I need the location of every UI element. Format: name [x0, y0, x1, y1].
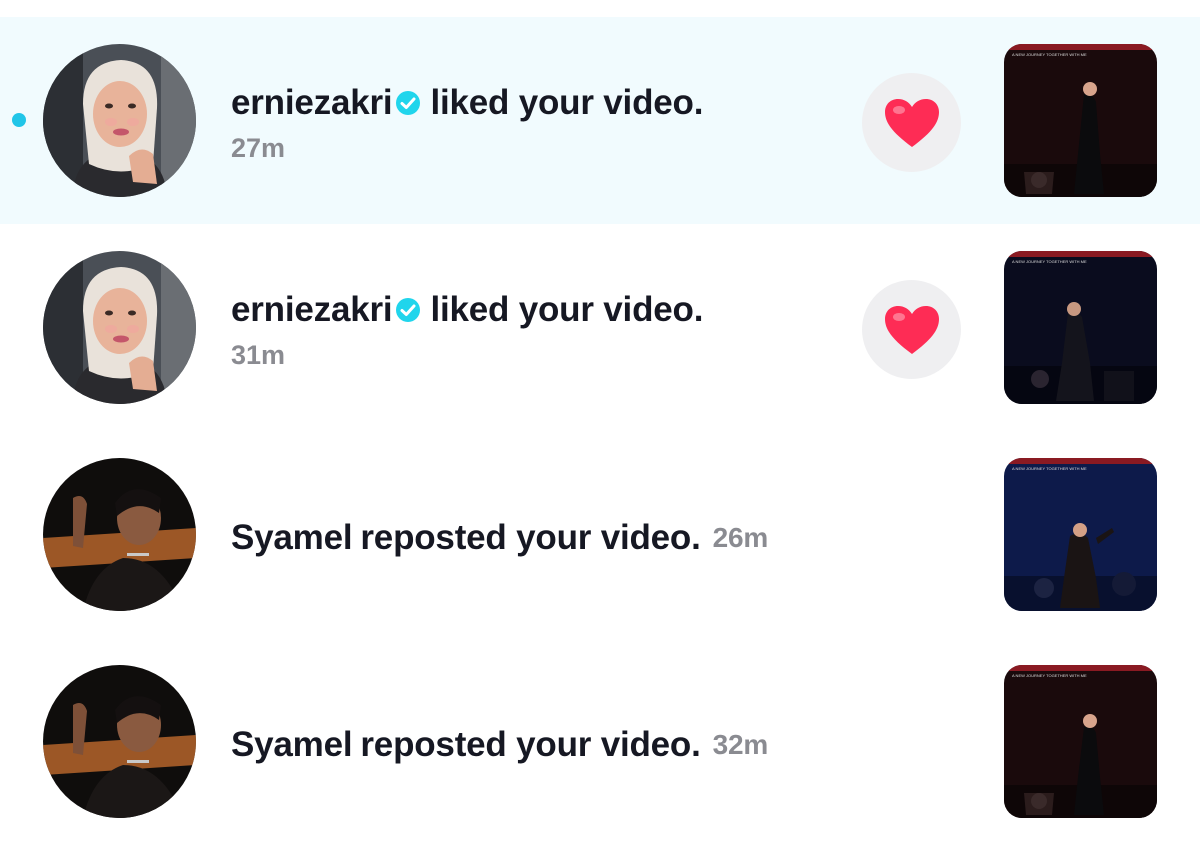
- reaction-badge: [862, 73, 961, 172]
- avatar[interactable]: [43, 458, 196, 611]
- activity-notification-list: erniezakri liked your video. 27m A NEW J…: [0, 0, 1200, 848]
- timestamp: 31m: [231, 340, 286, 370]
- video-thumbnail[interactable]: A NEW JOURNEY TOGETHER WITH ME: [1004, 251, 1157, 404]
- notification-text: erniezakri liked your video. 31m: [231, 290, 703, 371]
- video-thumbnail[interactable]: A NEW JOURNEY TOGETHER WITH ME: [1004, 458, 1157, 611]
- username[interactable]: erniezakri: [231, 83, 393, 123]
- timestamp: 26m: [712, 522, 769, 553]
- notification-text: erniezakri liked your video. 27m: [231, 83, 703, 164]
- username[interactable]: erniezakri: [231, 290, 393, 330]
- notification-line: Syamel reposted your video. 32m: [231, 725, 768, 765]
- action-text: liked your video.: [430, 83, 704, 122]
- action-text: liked your video.: [430, 290, 704, 329]
- action-text: reposted your video.: [360, 518, 701, 557]
- thumbnail-banner-text: A NEW JOURNEY TOGETHER WITH ME: [1012, 52, 1087, 57]
- notification-row[interactable]: erniezakri liked your video. 31m A NEW J…: [0, 224, 1200, 431]
- timestamp: 32m: [712, 729, 769, 760]
- notification-text: Syamel reposted your video. 26m: [231, 518, 768, 558]
- action-text: reposted your video.: [360, 725, 701, 764]
- notification-text: Syamel reposted your video. 32m: [231, 725, 768, 765]
- verified-badge-icon: [396, 298, 421, 322]
- notification-row[interactable]: Syamel reposted your video. 32m A NEW JO…: [0, 638, 1200, 845]
- notification-row[interactable]: erniezakri liked your video. 27m A NEW J…: [0, 17, 1200, 224]
- thumbnail-banner-text: A NEW JOURNEY TOGETHER WITH ME: [1012, 259, 1087, 264]
- video-thumbnail[interactable]: A NEW JOURNEY TOGETHER WITH ME: [1004, 44, 1157, 197]
- avatar[interactable]: [43, 44, 196, 197]
- notification-row[interactable]: Syamel reposted your video. 26m A NEW JO…: [0, 431, 1200, 638]
- notification-line: Syamel reposted your video. 26m: [231, 518, 768, 558]
- username[interactable]: Syamel: [231, 518, 353, 558]
- unread-indicator-dot: [12, 113, 26, 127]
- thumbnail-banner-text: A NEW JOURNEY TOGETHER WITH ME: [1012, 673, 1087, 678]
- avatar[interactable]: [43, 251, 196, 404]
- thumbnail-banner-text: A NEW JOURNEY TOGETHER WITH ME: [1012, 466, 1087, 471]
- avatar[interactable]: [43, 665, 196, 818]
- heart-icon: [884, 98, 939, 147]
- heart-icon: [884, 305, 939, 354]
- video-thumbnail[interactable]: A NEW JOURNEY TOGETHER WITH ME: [1004, 665, 1157, 818]
- verified-badge-icon: [396, 91, 421, 115]
- timestamp: 27m: [231, 133, 286, 163]
- username[interactable]: Syamel: [231, 725, 353, 765]
- notification-line: erniezakri liked your video.: [231, 83, 703, 123]
- notification-line: erniezakri liked your video.: [231, 290, 703, 330]
- reaction-badge: [862, 280, 961, 379]
